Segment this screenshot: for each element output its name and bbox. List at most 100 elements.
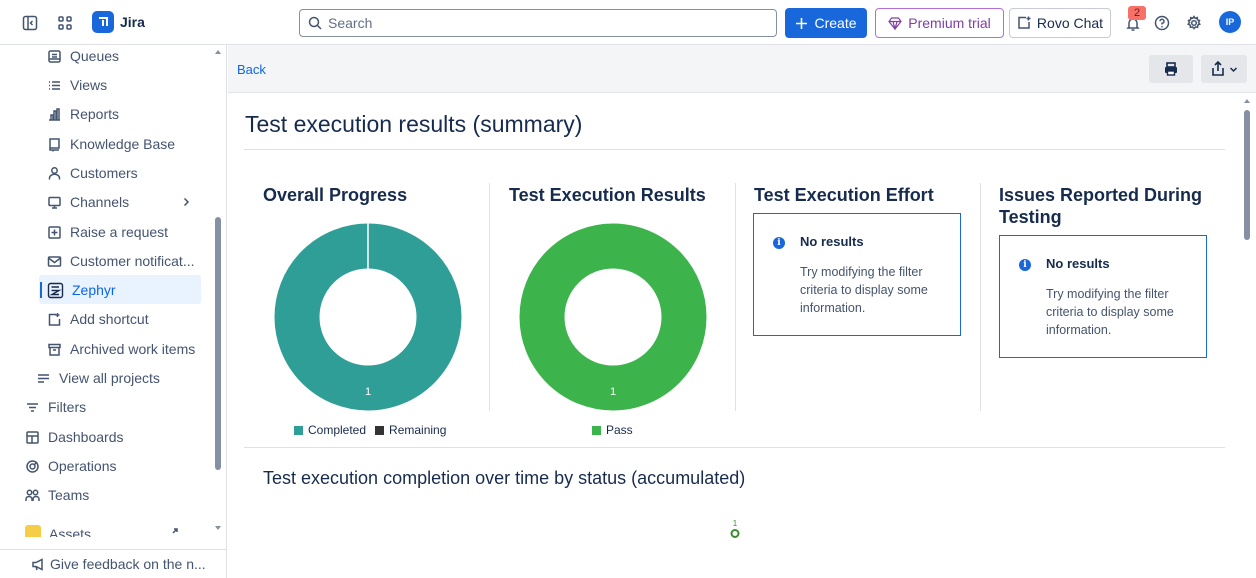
app-switcher-icon[interactable] (56, 14, 74, 32)
data-point-marker (730, 529, 740, 538)
sidebar-item-label: Channels (70, 194, 130, 210)
sidebar-item-label: Operations (48, 458, 117, 474)
sidebar-item-label: Dashboards (48, 429, 124, 445)
donut-value-label: 1 (610, 386, 616, 398)
settings-gear-icon[interactable] (1185, 14, 1203, 32)
app-name: Jira (120, 14, 145, 30)
donut-slice-pass[interactable] (519, 223, 707, 411)
assets-icon (25, 525, 41, 537)
top-navigation-bar: Jira Search Create Premium trial Rovo Ch… (0, 0, 1256, 45)
sidebar-scroll-thumb[interactable] (215, 217, 221, 470)
jira-home-link[interactable]: Jira (92, 10, 145, 34)
back-link[interactable]: Back (237, 62, 266, 77)
sidebar-active-indicator (40, 282, 42, 298)
issues-reported-title-line2: Testing (999, 207, 1062, 227)
issues-reported-title: Issues Reported During Testing (999, 184, 1202, 228)
sidebar-item-raise-request[interactable]: Raise a request (47, 219, 168, 245)
jira-logo-icon (92, 11, 114, 33)
sidebar-item-customers[interactable]: Customers (47, 160, 138, 186)
sidebar-item-archived-work-items[interactable]: Archived work items (47, 336, 195, 362)
give-feedback-button[interactable]: Give feedback on the n... (0, 549, 227, 578)
operations-icon (26, 459, 39, 473)
sidebar-item-zephyr[interactable]: Zephyr (47, 277, 116, 303)
plus-icon (796, 17, 808, 29)
sidebar-item-knowledge-base[interactable]: Knowledge Base (47, 131, 175, 157)
panel-separator (735, 183, 736, 411)
legend-label-remaining[interactable]: Remaining (389, 423, 446, 437)
chart-icon (49, 107, 60, 121)
lines-icon (38, 373, 49, 383)
divider (244, 447, 1225, 448)
sidebar-item-reports[interactable]: Reports (47, 101, 119, 127)
no-results-title: No results (800, 234, 864, 249)
sidebar-item-views[interactable]: Views (47, 72, 107, 98)
sidebar-item-add-shortcut[interactable]: Add shortcut (47, 306, 149, 332)
sidebar-item-queues[interactable]: Queues (47, 43, 119, 69)
issues-reported-title-line1: Issues Reported During (999, 185, 1203, 205)
page-title: Test execution results (summary) (245, 111, 583, 137)
monitor-icon (48, 196, 61, 209)
no-results-title: No results (1046, 256, 1110, 271)
scroll-down-arrow-icon[interactable] (214, 524, 222, 532)
search-icon (308, 16, 322, 30)
dashboard-icon (26, 430, 39, 444)
sidebar-item-label: Add shortcut (70, 311, 149, 327)
create-button[interactable]: Create (785, 8, 867, 38)
plus-box-icon (48, 225, 61, 239)
rovo-chat-button[interactable]: Rovo Chat (1009, 8, 1111, 38)
content-scroll-thumb[interactable] (1244, 110, 1250, 240)
sidebar-item-dashboards[interactable]: Dashboards (25, 424, 124, 450)
sidebar-item-label: Customers (70, 165, 138, 181)
list-icon (49, 80, 60, 90)
user-avatar[interactable]: IP (1219, 11, 1241, 33)
execution-results-title: Test Execution Results (509, 185, 706, 205)
premium-trial-button[interactable]: Premium trial (875, 8, 1004, 38)
content-scroll-up-arrow-icon[interactable] (1243, 97, 1251, 105)
sidebar-item-channels[interactable]: Channels (47, 189, 197, 215)
chevron-down-icon (1229, 66, 1237, 72)
report-toolbar: Back (228, 45, 1256, 93)
teams-icon (25, 489, 40, 501)
sidebar-item-label: Queues (70, 48, 120, 64)
sidebar-item-view-all-projects[interactable]: View all projects (36, 365, 160, 391)
megaphone-icon (32, 557, 43, 571)
sidebar-item-label: Assets (49, 526, 92, 537)
queue-icon (48, 49, 61, 63)
sidebar-item-label: Customer notificat... (70, 253, 195, 269)
sidebar-item-customer-notifications[interactable]: Customer notificat... (47, 248, 195, 274)
no-results-message: Try modifying the filter criteria to dis… (800, 265, 928, 315)
person-icon (48, 166, 61, 179)
legend-label-completed[interactable]: Completed (308, 423, 366, 437)
overall-progress-legend: Completed Remaining (294, 423, 446, 437)
sidebar-toggle-icon[interactable] (21, 14, 39, 32)
sidebar-item-label: Teams (48, 487, 90, 503)
sidebar-item-operations[interactable]: Operations (25, 453, 116, 479)
completion-chart-data-point[interactable]: 1 (726, 519, 744, 541)
sidebar-item-assets[interactable]: Assets (25, 523, 210, 537)
legend-label-pass[interactable]: Pass (606, 423, 633, 437)
zephyr-icon (47, 282, 64, 298)
help-icon[interactable] (1153, 14, 1171, 32)
legend-swatch-completed (294, 425, 303, 435)
export-button[interactable] (1201, 55, 1247, 83)
book-icon (49, 137, 60, 151)
execution-effort-title: Test Execution Effort (754, 185, 934, 205)
search-input[interactable]: Search (299, 9, 777, 37)
sidebar-item-filters[interactable]: Filters (25, 394, 86, 420)
sidebar-item-teams[interactable]: Teams (25, 482, 89, 508)
panel-separator (980, 183, 981, 411)
share-export-icon (1211, 61, 1224, 76)
sidebar-item-label: Knowledge Base (70, 136, 176, 152)
legend-swatch-remaining (375, 425, 385, 435)
chevron-right-icon[interactable] (181, 197, 191, 207)
chat-sparkle-icon (1018, 16, 1031, 29)
filter-icon (27, 402, 38, 412)
diamond-icon (888, 16, 903, 30)
archive-icon (48, 343, 61, 356)
info-icon: i (773, 237, 785, 249)
sidebar-item-label: View all projects (59, 370, 160, 386)
print-button[interactable] (1149, 55, 1193, 83)
no-results-panel: i No results Try modifying the filter cr… (753, 213, 961, 336)
scroll-up-arrow-icon[interactable] (214, 48, 222, 56)
sidebar-item-label: Reports (70, 106, 120, 122)
